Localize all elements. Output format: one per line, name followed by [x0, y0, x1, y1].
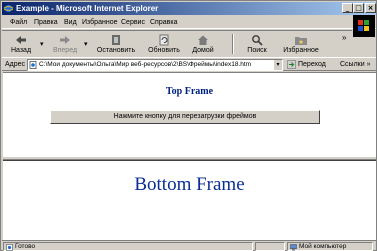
- menu-tools[interactable]: Сервис: [121, 18, 145, 27]
- home-button[interactable]: Домой: [188, 33, 218, 57]
- menu-view[interactable]: Вид: [64, 18, 77, 27]
- status-bar: Готово Мой компьютер: [2, 240, 376, 251]
- menu-help[interactable]: Справка: [150, 18, 177, 27]
- favorites-folder-icon: [295, 37, 307, 45]
- top-frame-heading: Top Frame: [165, 86, 214, 97]
- go-arrow-icon: [287, 60, 296, 69]
- zone-text: Мой компьютер: [299, 243, 347, 250]
- refresh-icon: [159, 34, 169, 46]
- address-bar: Адрес C:\Мои документы\Ольга\Мир веб-рес…: [2, 57, 376, 71]
- status-text: Готово: [15, 243, 36, 250]
- home-label: Домой: [192, 47, 214, 54]
- bottom-frame: Bottom Frame: [3, 160, 376, 240]
- minimize-button[interactable]: _: [342, 3, 353, 13]
- back-arrow-icon: [16, 36, 26, 44]
- links-button[interactable]: Ссылки »: [340, 60, 370, 69]
- home-icon: [198, 35, 208, 45]
- address-dropdown-icon[interactable]: ▾: [273, 60, 282, 70]
- favorites-button[interactable]: Избранное: [280, 33, 322, 57]
- my-computer-icon: [290, 244, 297, 251]
- back-label: Назад: [10, 47, 32, 54]
- forward-arrow-icon: [60, 36, 70, 44]
- browser-window: Example - Microsoft Internet Explorer _ …: [0, 0, 377, 251]
- refresh-button[interactable]: Обновить: [144, 33, 184, 57]
- forward-button[interactable]: Вперед: [48, 33, 82, 57]
- menu-file[interactable]: Файл: [10, 18, 27, 27]
- windows-flag-icon: [358, 20, 369, 31]
- page-icon: [29, 61, 37, 69]
- page-content: Top Frame Нажмите кнопку для перезагрузк…: [3, 72, 376, 240]
- toolbar-more-icon[interactable]: »: [342, 33, 346, 42]
- menu-bar: Файл Правка Вид Избранное Сервис Справка: [2, 16, 376, 29]
- status-progress-pane: [255, 242, 285, 251]
- forward-dropdown-icon[interactable]: ▾: [84, 40, 88, 48]
- done-page-icon: [6, 244, 13, 251]
- standard-toolbar: Назад ▾ Вперед ▾ Остановить Обновить Дом…: [2, 30, 352, 57]
- address-url: C:\Мои документы\Ольга\Мир веб-ресурсов\…: [39, 61, 252, 68]
- top-frame: Top Frame Нажмите кнопку для перезагрузк…: [3, 72, 376, 156]
- title-bar[interactable]: Example - Microsoft Internet Explorer _ …: [2, 2, 376, 15]
- menu-edit[interactable]: Правка: [34, 18, 58, 27]
- stop-label: Остановить: [96, 47, 136, 54]
- ie-throbber-logo: [353, 15, 375, 37]
- status-zone-pane: Мой компьютер: [287, 242, 373, 251]
- window-title: Example - Microsoft Internet Explorer: [16, 4, 159, 13]
- ie-app-icon: [4, 4, 13, 13]
- status-main-pane: Готово: [3, 242, 253, 251]
- back-dropdown-icon[interactable]: ▾: [40, 40, 44, 48]
- favorites-label: Избранное: [283, 47, 319, 54]
- reload-frames-button[interactable]: Нажмите кнопку для перезагрузки фреймов: [50, 110, 320, 124]
- search-icon: [252, 35, 263, 46]
- close-button[interactable]: ×: [365, 3, 376, 13]
- forward-label: Вперед: [52, 47, 78, 54]
- menu-favorites[interactable]: Избранное: [82, 18, 117, 27]
- back-button[interactable]: Назад: [4, 33, 38, 57]
- address-input[interactable]: C:\Мои документы\Ольга\Мир веб-ресурсов\…: [27, 59, 283, 71]
- stop-button[interactable]: Остановить: [94, 33, 138, 57]
- go-label: Переход: [298, 61, 326, 68]
- maximize-button[interactable]: □: [353, 3, 364, 13]
- refresh-label: Обновить: [148, 47, 180, 54]
- stop-icon: [112, 35, 120, 45]
- search-button[interactable]: Поиск: [242, 33, 272, 57]
- address-label: Адрес: [5, 61, 26, 68]
- toolbar-separator: [232, 34, 234, 54]
- bottom-frame-heading: Bottom Frame: [134, 174, 245, 195]
- search-label: Поиск: [247, 47, 267, 54]
